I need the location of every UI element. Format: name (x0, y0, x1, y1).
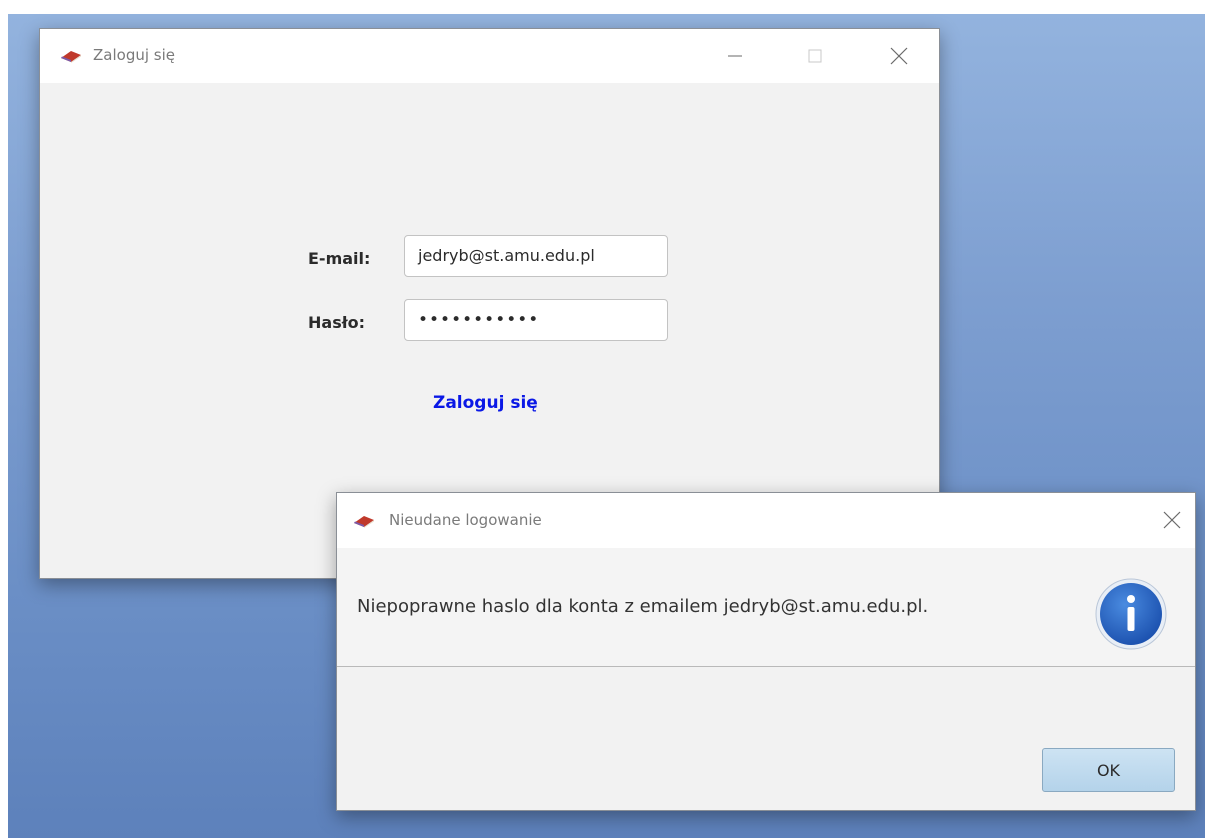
app-book-icon (354, 516, 374, 528)
dialog-title: Nieudane logowanie (389, 511, 542, 529)
close-icon (1163, 511, 1181, 529)
desktop: Zaloguj się E-mail: jedryb@st.amu.edu.pl… (0, 0, 1205, 838)
email-field[interactable]: jedryb@st.amu.edu.pl (404, 235, 668, 277)
maximize-button[interactable] (792, 29, 838, 83)
login-window-titlebar[interactable]: Zaloguj się (40, 29, 939, 83)
close-button[interactable] (876, 29, 922, 83)
login-window-title: Zaloguj się (93, 46, 175, 64)
dialog-close-button[interactable] (1149, 493, 1195, 547)
app-book-icon (61, 51, 81, 63)
password-field[interactable]: ••••••••••• (404, 299, 668, 341)
close-icon (890, 47, 908, 65)
minimize-icon (728, 55, 742, 57)
email-label: E-mail: (308, 249, 371, 268)
maximize-icon (808, 49, 822, 63)
minimize-button[interactable] (712, 29, 758, 83)
login-link[interactable]: Zaloguj się (433, 393, 538, 413)
info-icon (1095, 578, 1167, 650)
ok-button[interactable]: OK (1042, 748, 1175, 792)
password-label: Hasło: (308, 313, 366, 332)
dialog-titlebar[interactable]: Nieudane logowanie (337, 493, 1195, 548)
error-dialog: Nieudane logowanie Niepoprawne haslo dla… (336, 492, 1196, 811)
dialog-header: Niepoprawne haslo dla konta z emailem je… (337, 548, 1195, 667)
dialog-message: Niepoprawne haslo dla konta z emailem je… (357, 596, 929, 617)
